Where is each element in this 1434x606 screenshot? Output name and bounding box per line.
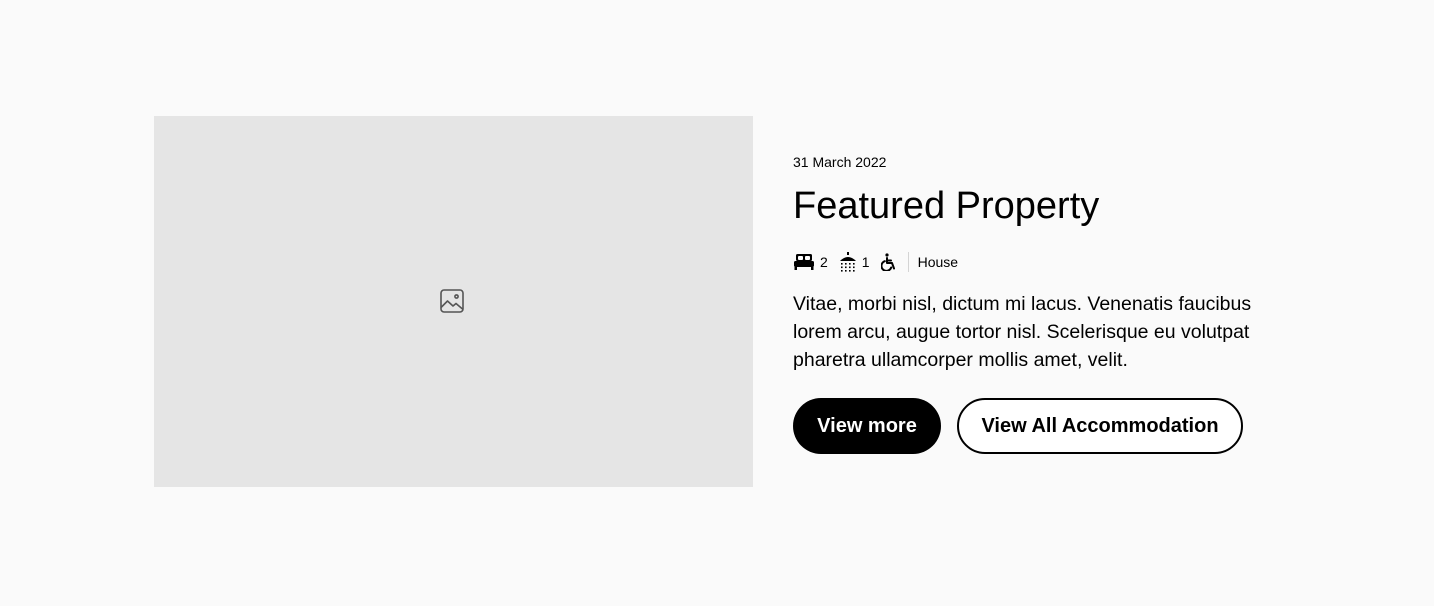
property-title: Featured Property bbox=[793, 185, 1100, 227]
featured-property-card: 31 March 2022 Featured Property 2 1 Hous… bbox=[154, 116, 1280, 487]
property-description: Vitae, morbi nisl, dictum mi lacus. Vene… bbox=[793, 293, 1252, 371]
accessibility-feature bbox=[880, 253, 897, 271]
view-all-accommodation-button[interactable]: View All Accommodation bbox=[957, 398, 1243, 454]
bedrooms-count: 2 bbox=[820, 254, 828, 270]
bed-icon bbox=[793, 253, 815, 271]
shower-icon bbox=[839, 252, 857, 272]
bathrooms-feature: 1 bbox=[839, 252, 870, 272]
view-more-button[interactable]: View more bbox=[793, 398, 941, 454]
bathrooms-count: 1 bbox=[861, 254, 870, 270]
property-date: 31 March 2022 bbox=[793, 154, 887, 170]
property-type: House bbox=[917, 254, 959, 270]
wheelchair-icon bbox=[880, 253, 897, 271]
features-divider bbox=[907, 252, 909, 272]
image-icon bbox=[440, 289, 464, 313]
bedrooms-feature: 2 bbox=[793, 253, 828, 271]
property-features: 2 1 House bbox=[793, 252, 958, 272]
property-image-placeholder bbox=[154, 116, 753, 487]
